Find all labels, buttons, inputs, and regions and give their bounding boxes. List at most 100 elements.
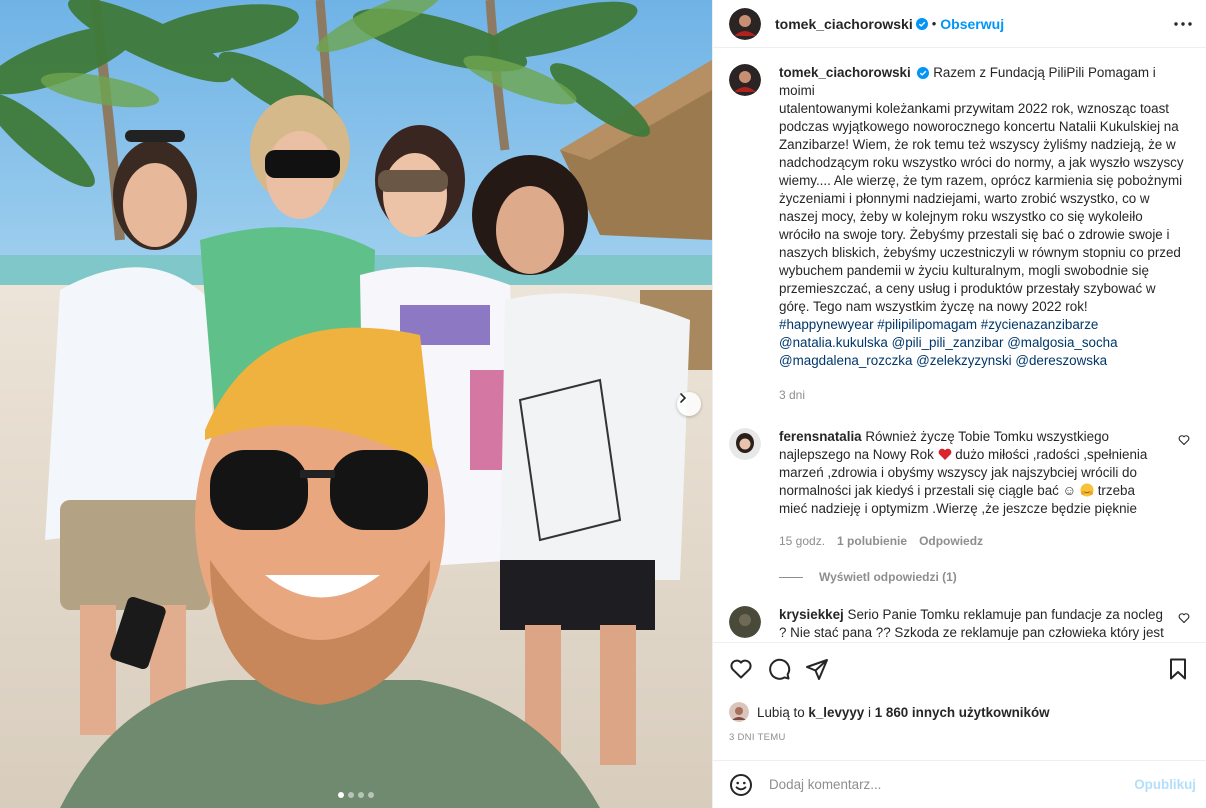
liker-username[interactable]: k_levyyy (808, 705, 864, 720)
carousel-dot (358, 792, 364, 798)
publish-button[interactable]: Opublikuj (1134, 777, 1196, 792)
more-dots-icon (1174, 21, 1192, 26)
mention-link[interactable]: @zelekzyzynski (916, 353, 1011, 368)
commenter-avatar[interactable] (729, 428, 761, 460)
comment-text-line: ? Nie stać pana ?? Szkoda ze reklamuje p… (779, 625, 1164, 640)
hashtags-line: #happynewyear #pilipilipomagam #zycienaz… (779, 316, 1190, 334)
caption-text-line: wiemy.... Ale wierzę, że tym razem, opró… (779, 173, 1183, 188)
comment-text-line: Serio Panie Tomku reklamuje pan fundacje… (847, 607, 1163, 622)
carousel-dot (348, 792, 354, 798)
carousel-dot (368, 792, 374, 798)
hashtag-link[interactable]: #pilipilipomagam (877, 317, 977, 332)
likes-conj: i (867, 704, 871, 720)
caption: tomek_ciachorowski Razem z Fundacją Pili… (729, 64, 1190, 404)
follow-button[interactable]: Obserwuj (940, 16, 1004, 32)
mentions-line: @natalia.kukulska @pili_pili_zanzibar @m… (779, 334, 1190, 352)
bookmark-icon (1170, 658, 1186, 679)
post-time-ago[interactable]: 3 DNI TEMU (713, 724, 1206, 756)
carousel-next-button[interactable] (677, 392, 701, 416)
author-avatar[interactable] (729, 64, 761, 96)
comment-text-line: dużo miłości ,radości ,spełnienia (955, 447, 1148, 462)
caption-meta: 3 dni (779, 386, 1190, 404)
save-button[interactable] (1166, 657, 1190, 681)
heart-icon (730, 659, 752, 678)
carousel-dot (338, 792, 344, 798)
comment-button[interactable] (767, 657, 791, 681)
caption-text-line: nadchodzącym roku wszystko wróci do norm… (779, 155, 1184, 170)
comment-input[interactable] (769, 777, 1135, 792)
hugging-face-emoji-icon (1080, 483, 1094, 497)
profile-photo (729, 64, 761, 96)
post-photo[interactable] (0, 0, 712, 808)
comment-text-line: trzeba (1097, 483, 1135, 498)
share-button[interactable] (805, 657, 829, 681)
red-heart-emoji-icon (938, 448, 951, 460)
caption-text-line: wybuchem pandemii w życiu kulturalnym, m… (779, 263, 1149, 278)
mention-link[interactable]: @pili_pili_zanzibar (892, 335, 1004, 350)
verified-badge-icon (915, 17, 928, 30)
comment-item: krysiekkej Serio Panie Tomku reklamuje p… (729, 606, 1190, 642)
caption-text-line: utalentowanymi koleżankami przywitam 202… (779, 101, 1169, 116)
mention-link[interactable]: @dereszowska (1015, 353, 1107, 368)
caption-body: tomek_ciachorowski Razem z Fundacją Pili… (779, 64, 1190, 404)
mention-link[interactable]: @magdalena_rozczka (779, 353, 912, 368)
caption-text-line: naszych bliskich, żebyśmy uczestniczyli … (779, 245, 1181, 260)
likes-prefix: Lubią to (757, 704, 805, 720)
profile-photo (729, 428, 761, 460)
comment-username[interactable]: ferensnatalia (779, 429, 862, 444)
profile-photo (729, 606, 761, 638)
author-username[interactable]: tomek_ciachorowski (775, 16, 913, 32)
caption-text-line: Zanzibarze! Wiem, że rok temu też wszysc… (779, 137, 1176, 152)
comment-likes-count[interactable]: 1 polubienie (837, 532, 907, 550)
beach-selfie-image (0, 0, 712, 808)
comment-body: ferensnatalia Również życzę Tobie Tomku … (779, 428, 1168, 550)
paper-plane-icon (806, 658, 828, 680)
caption-text-line: życzeniami i płonnymi nadziejami, warto … (779, 191, 1150, 206)
like-comment-heart-icon[interactable] (1178, 612, 1190, 624)
comment-bubble-icon (769, 658, 791, 680)
comment-text-line: marzeń ,zdrowia i obyśmy wszyscy jak naj… (779, 465, 1137, 480)
like-button[interactable] (729, 657, 753, 681)
comment-time[interactable]: 15 godz. (779, 532, 825, 550)
profile-photo (729, 702, 749, 722)
caption-text-line: przemieszczać, a ceny usług i produktów … (779, 281, 1156, 296)
comment-item: ferensnatalia Również życzę Tobie Tomku … (729, 428, 1190, 550)
caption-username[interactable]: tomek_ciachorowski (779, 65, 911, 80)
hashtag-link[interactable]: #zycienazanzibarze (981, 317, 1099, 332)
instagram-post: tomek_ciachorowski • Obserwuj tomek_ciac… (0, 0, 1206, 808)
commenter-avatar[interactable] (729, 606, 761, 638)
post-header: tomek_ciachorowski • Obserwuj (713, 0, 1206, 48)
post-side-panel: tomek_ciachorowski • Obserwuj tomek_ciac… (712, 0, 1206, 808)
comment-username[interactable]: krysiekkej (779, 607, 844, 622)
mention-link[interactable]: @malgosia_socha (1007, 335, 1117, 350)
view-replies-label: Wyświetl odpowiedzi (1) (819, 570, 957, 584)
emoji-button[interactable] (729, 773, 753, 797)
profile-photo (729, 7, 761, 40)
more-options-button[interactable] (1174, 21, 1192, 26)
comment-text-line: mieć nadzieję i optymizm .Wierzę ,że jes… (779, 501, 1137, 516)
caption-text-line: podczas wyjątkowego noworocznego koncert… (779, 119, 1179, 134)
like-comment-heart-icon[interactable] (1178, 434, 1190, 446)
mentions-line: @magdalena_rozczka @zelekzyzynski @deres… (779, 352, 1190, 370)
add-comment-bar: Opublikuj (713, 760, 1206, 808)
comments-list[interactable]: tomek_ciachorowski Razem z Fundacją Pili… (713, 48, 1206, 642)
view-replies-button[interactable]: Wyświetl odpowiedzi (1) (779, 570, 1190, 584)
mention-link[interactable]: @natalia.kukulska (779, 335, 888, 350)
caption-time[interactable]: 3 dni (779, 386, 805, 404)
caption-text-line: naszej mocy, żeby w kolejnym roku wszyst… (779, 209, 1143, 224)
caption-text-line: górę. Tego nam wszystkim życzę na nowy 2… (779, 299, 1088, 314)
likes-count[interactable]: 1 860 innych użytkowników (875, 705, 1050, 720)
smiley-face-icon (730, 773, 752, 796)
comment-text-line: normalności jak kiedyś i przestali się c… (779, 483, 1077, 498)
chevron-right-icon (680, 393, 687, 403)
liker-avatar[interactable] (729, 702, 749, 722)
caption-text-line: wróciło na swoje tory. Żebyśmy przestali… (779, 227, 1170, 242)
author-avatar[interactable] (729, 7, 761, 40)
comment-text-line: Również życzę Tobie Tomku wszystkiego (865, 429, 1109, 444)
replies-divider (779, 576, 803, 578)
reply-button[interactable]: Odpowiedz (919, 532, 983, 550)
carousel-indicator (0, 792, 712, 798)
likes-summary: Lubią to k_levyyy i 1 860 innych użytkow… (713, 700, 1206, 724)
post-actions-bar (713, 642, 1206, 694)
hashtag-link[interactable]: #happynewyear (779, 317, 874, 332)
